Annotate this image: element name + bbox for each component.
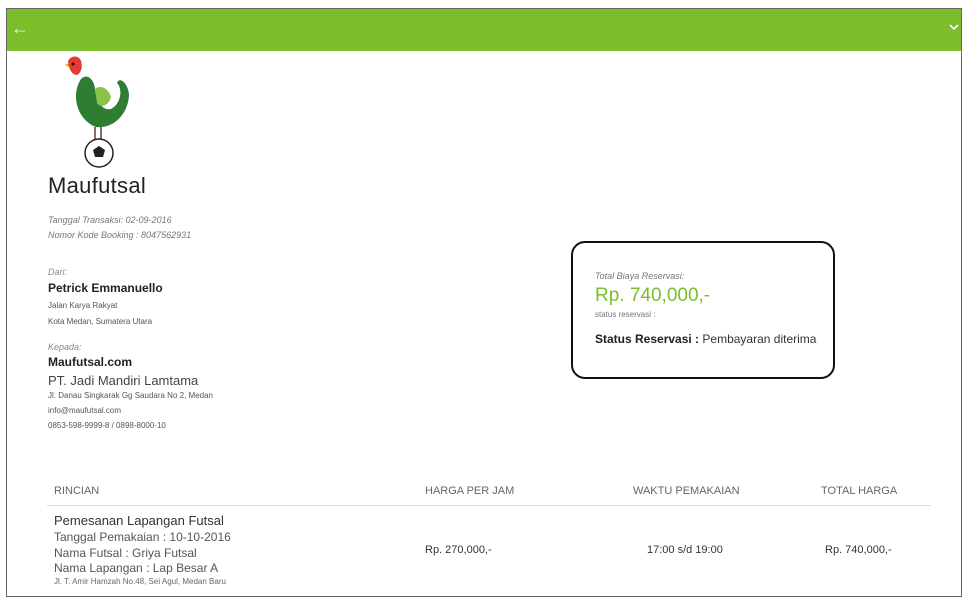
item-title: Pemesanan Lapangan Futsal: [54, 513, 224, 528]
status-value: Pembayaran diterima: [702, 332, 817, 346]
header-harga-per-jam: HARGA PER JAM: [425, 485, 515, 497]
item-total: Rp. 740,000,-: [825, 544, 892, 556]
to-phone: 0853-598-9999-8 / 0898-8000-10: [48, 421, 166, 430]
from-address-2: Kota Medan, Sumatera Utara: [48, 317, 153, 326]
from-name: Petrick Emmanuello: [48, 281, 163, 295]
brand-name: Maufutsal: [48, 173, 147, 198]
reservation-status: Status Reservasi : Pembayaran diterima: [595, 332, 816, 346]
from-label: Dari:: [48, 267, 68, 277]
invoice-window: ← Maufutsal Tanggal Transaksi: 02-09-201…: [6, 8, 962, 597]
to-company: PT. Jadi Mandiri Lamtama: [48, 373, 199, 388]
to-label: Kepada:: [48, 342, 82, 352]
booking-code: Nomor Kode Booking : 8047562931: [48, 230, 192, 240]
status-label: Status Reservasi :: [595, 332, 700, 346]
to-name: Maufutsal.com: [48, 355, 133, 369]
status-small-label: status reservasi :: [595, 310, 656, 319]
item-field: Nama Lapangan : Lap Besar A: [54, 561, 219, 575]
rooster-logo: [65, 56, 129, 168]
item-venue: Nama Futsal : Griya Futsal: [54, 546, 197, 560]
chevron-down-icon[interactable]: [949, 22, 959, 32]
total-amount: Rp. 740,000,-: [595, 285, 711, 306]
arrow-left-icon[interactable]: ←: [11, 18, 29, 39]
item-time: 17:00 s/d 19:00: [647, 544, 723, 556]
to-address: Jl. Danau Singkarak Gg Saudara No 2, Med…: [48, 391, 213, 400]
reservation-summary-box: Total Biaya Reservasi: Rp. 740,000,- sta…: [571, 241, 835, 379]
item-price-per-hour: Rp. 270,000,-: [425, 544, 492, 556]
top-bar: ←: [7, 9, 961, 51]
to-email: info@maufutsal.com: [48, 406, 122, 415]
item-date: Tanggal Pemakaian : 10-10-2016: [54, 530, 231, 544]
total-label: Total Biaya Reservasi:: [595, 271, 685, 281]
header-rincian: RINCIAN: [54, 485, 100, 497]
transaction-date: Tanggal Transaksi: 02-09-2016: [48, 215, 172, 225]
item-address: Jl. T. Amir Hamzah No.48, Sei Agul, Meda…: [54, 577, 226, 586]
header-total-harga: TOTAL HARGA: [821, 485, 898, 497]
table-divider: [47, 505, 931, 506]
from-address-1: Jalan Karya Rakyat: [48, 301, 118, 310]
header-waktu-pemakaian: WAKTU PEMAKAIAN: [633, 485, 740, 497]
